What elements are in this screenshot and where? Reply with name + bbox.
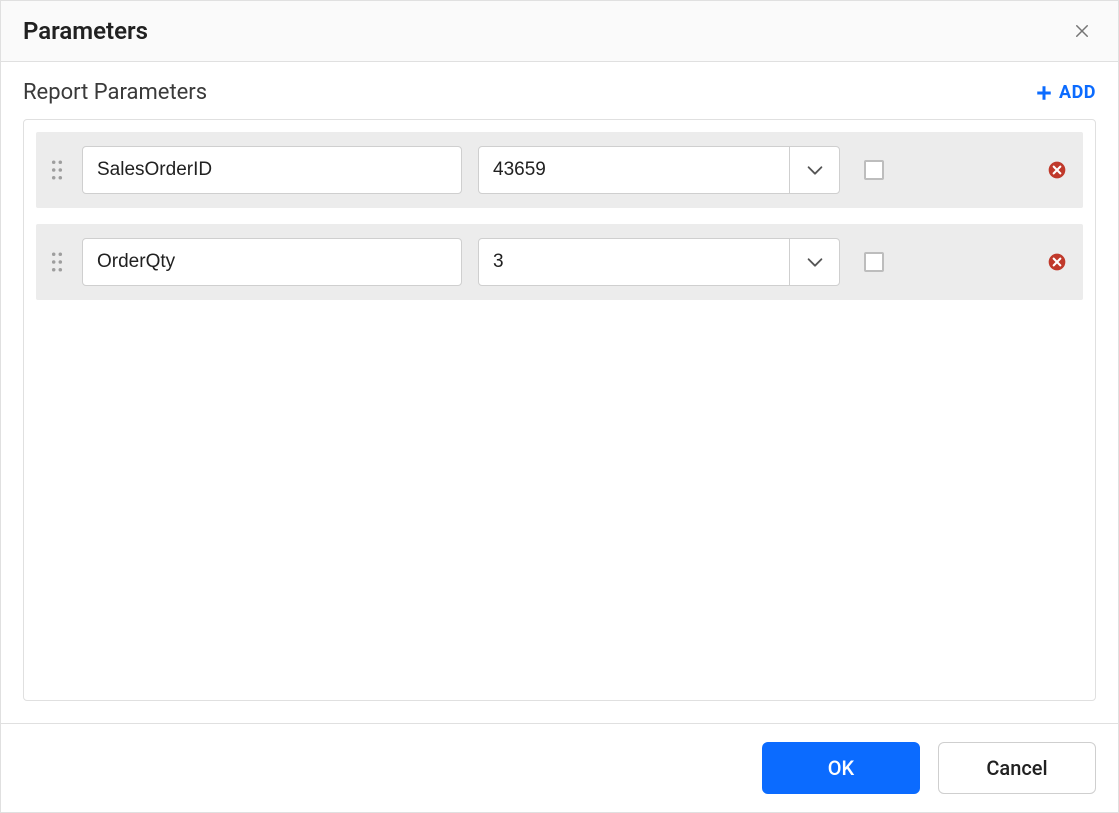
- parameter-checkbox[interactable]: [864, 160, 884, 180]
- close-button[interactable]: [1068, 17, 1096, 45]
- add-parameter-label: ADD: [1059, 82, 1096, 103]
- dialog-footer: OK Cancel: [1, 723, 1118, 812]
- dialog-header: Parameters: [1, 1, 1118, 62]
- parameter-value-dropdown-toggle[interactable]: [789, 147, 839, 193]
- ok-button[interactable]: OK: [762, 742, 920, 794]
- drag-handle[interactable]: [48, 250, 66, 274]
- parameters-list: [23, 119, 1096, 701]
- section-title: Report Parameters: [23, 80, 207, 105]
- parameter-row: [36, 224, 1083, 300]
- dialog-body: Report Parameters ADD: [1, 62, 1118, 723]
- parameters-dialog: Parameters Report Parameters ADD: [0, 0, 1119, 813]
- parameter-checkbox-wrap: [864, 252, 884, 272]
- delete-parameter-button[interactable]: [1045, 250, 1069, 274]
- parameter-value-input[interactable]: [479, 239, 789, 285]
- parameter-row: [36, 132, 1083, 208]
- delete-parameter-button[interactable]: [1045, 158, 1069, 182]
- drag-icon: [50, 251, 64, 273]
- delete-icon: [1047, 160, 1067, 180]
- drag-handle[interactable]: [48, 158, 66, 182]
- parameter-value-combo: [478, 146, 840, 194]
- parameter-value-input[interactable]: [479, 147, 789, 193]
- parameter-value-dropdown-toggle[interactable]: [789, 239, 839, 285]
- close-icon: [1073, 22, 1091, 40]
- section-header: Report Parameters ADD: [23, 80, 1096, 105]
- delete-icon: [1047, 252, 1067, 272]
- parameter-checkbox[interactable]: [864, 252, 884, 272]
- chevron-down-icon: [804, 251, 826, 273]
- plus-icon: [1035, 84, 1053, 102]
- cancel-button[interactable]: Cancel: [938, 742, 1096, 794]
- add-parameter-button[interactable]: ADD: [1035, 82, 1096, 103]
- dialog-title: Parameters: [23, 17, 148, 45]
- parameter-name-input[interactable]: [82, 146, 462, 194]
- drag-icon: [50, 159, 64, 181]
- chevron-down-icon: [804, 159, 826, 181]
- parameter-value-combo: [478, 238, 840, 286]
- parameter-checkbox-wrap: [864, 160, 884, 180]
- parameter-name-input[interactable]: [82, 238, 462, 286]
